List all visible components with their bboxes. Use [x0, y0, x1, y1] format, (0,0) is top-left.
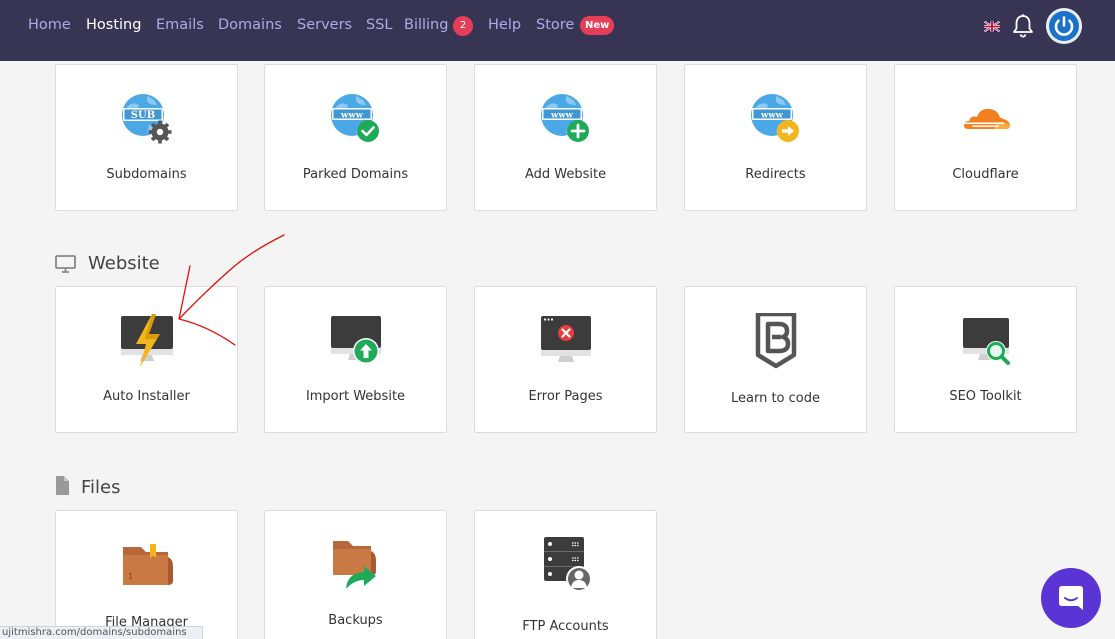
nav-emails[interactable]: Emails [156, 17, 204, 33]
card-label: Learn to code [730, 391, 820, 406]
card-label: Error Pages [528, 389, 603, 404]
parked-domains-card[interactable]: www Parked Domains [264, 64, 447, 211]
chat-launcher-button[interactable] [1041, 568, 1101, 628]
card-label: Add Website [524, 167, 607, 182]
card-label: Redirects [745, 167, 806, 182]
www-globe-plus-icon: www [540, 94, 589, 142]
ftp-accounts-card[interactable]: FTP Accounts [474, 510, 657, 639]
website-section-title: Website [88, 253, 160, 274]
card-label: FTP Accounts [522, 619, 609, 634]
svg-text:www: www [760, 111, 784, 121]
file-icon [56, 476, 69, 495]
card-label: Import Website [305, 389, 406, 404]
folder-icon: 1 [122, 544, 173, 585]
svg-text:www: www [340, 111, 364, 121]
svg-text:SUB: SUB [130, 110, 154, 121]
nav-hosting[interactable]: Hosting [86, 17, 141, 33]
seo-toolkit-card[interactable]: SEO Toolkit [894, 286, 1077, 433]
monitor-upload-icon [330, 316, 381, 364]
learn-to-code-card[interactable]: Learn to code [684, 286, 867, 433]
power-avatar-icon[interactable] [1046, 8, 1082, 44]
nav-servers[interactable]: Servers [297, 17, 352, 33]
monitor-lightning-icon [120, 314, 173, 367]
folder-share-icon [332, 541, 376, 589]
nav-store[interactable]: Store [536, 17, 574, 33]
nav-home[interactable]: Home [28, 17, 71, 33]
subdomains-card[interactable]: SUB Subdomains [55, 64, 238, 211]
svg-text:1: 1 [128, 572, 133, 581]
nav-help[interactable]: Help [488, 17, 521, 33]
card-label: Auto Installer [103, 389, 190, 404]
monitor-icon [55, 255, 76, 273]
card-label: Backups [328, 613, 383, 628]
svg-text:www: www [550, 111, 574, 121]
card-label: Cloudflare [952, 167, 1019, 182]
www-globe-check-icon: www [330, 94, 379, 142]
cloudflare-icon [963, 108, 1010, 129]
bootstrap-shield-icon [755, 313, 796, 369]
top-navigation: Home Hosting Emails Domains Servers SSL … [0, 0, 1115, 61]
card-label: SEO Toolkit [949, 389, 1022, 404]
card-label: Subdomains [106, 167, 187, 182]
status-bar-url: ujitmishra.com/domains/subdomains [0, 626, 203, 639]
files-section-title: Files [81, 477, 121, 498]
sub-globe-gear-icon: SUB [121, 94, 171, 144]
import-website-card[interactable]: Import Website [264, 286, 447, 433]
backups-card[interactable]: Backups [264, 510, 447, 639]
bell-icon[interactable] [1011, 13, 1035, 39]
nav-domains[interactable]: Domains [218, 17, 282, 33]
www-globe-arrow-icon: www [750, 94, 799, 142]
monitor-search-icon [962, 318, 1010, 365]
uk-flag-icon[interactable] [984, 21, 1000, 32]
redirects-card[interactable]: www Redirects [684, 64, 867, 211]
auto-installer-card[interactable]: Auto Installer [55, 286, 238, 433]
cloudflare-card[interactable]: Cloudflare [894, 64, 1077, 211]
file-manager-card[interactable]: 1 File Manager [55, 510, 238, 639]
billing-count-badge: 2 [453, 16, 473, 36]
error-pages-card[interactable]: Error Pages [474, 286, 657, 433]
nav-billing[interactable]: Billing [404, 17, 448, 33]
server-user-icon [543, 537, 592, 592]
chat-bubble-icon [1059, 586, 1083, 610]
card-label: Parked Domains [302, 167, 409, 182]
browser-error-icon [540, 316, 591, 362]
nav-ssl[interactable]: SSL [366, 17, 393, 33]
add-website-card[interactable]: www Add Website [474, 64, 657, 211]
store-new-badge: New [580, 16, 615, 35]
